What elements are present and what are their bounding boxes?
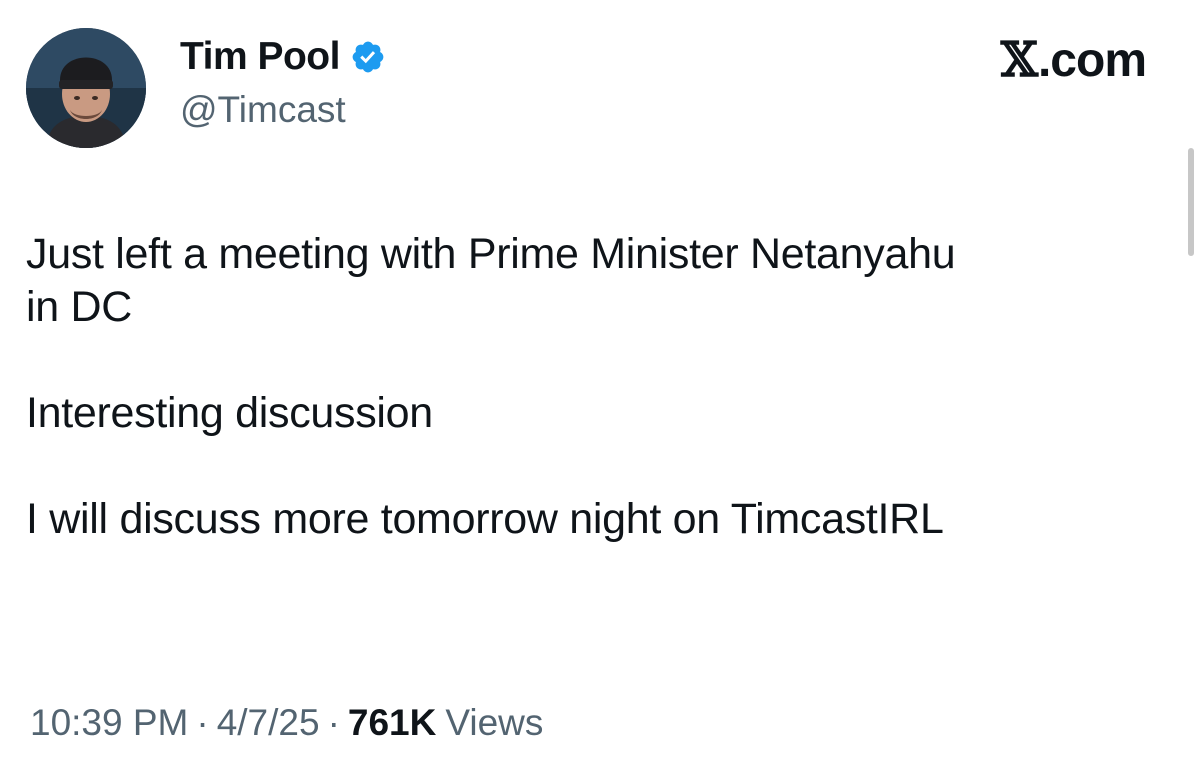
tweet-text: Just left a meeting with Prime Minister …: [26, 228, 1166, 546]
x-com-logo: 𝕏 .com: [1000, 32, 1147, 88]
tweet-text-line: Interesting discussion: [26, 389, 433, 437]
tweet-text-line: in DC: [26, 283, 133, 331]
meta-separator: ·: [196, 702, 209, 743]
tweet-card: Tim Pool @Timcast 𝕏 .com Just left a mee…: [0, 0, 1200, 771]
tweet-text-line: Just left a meeting with Prime Minister …: [26, 230, 956, 278]
brand-domain: .com: [1037, 33, 1147, 87]
tweet-meta: 10:39 PM · 4/7/25 · 761K Views: [30, 702, 543, 744]
author-name-row: Tim Pool: [180, 34, 386, 80]
meta-separator: ·: [327, 702, 340, 743]
tweet-text-line: I will discuss more tomorrow night on Ti…: [26, 495, 944, 543]
tweet-time[interactable]: 10:39 PM: [30, 702, 188, 744]
author-handle[interactable]: @Timcast: [180, 89, 346, 131]
views-label: Views: [445, 702, 544, 743]
verified-badge-icon: [350, 39, 386, 75]
scrollbar[interactable]: [1188, 148, 1194, 256]
x-logo-icon: 𝕏: [1000, 32, 1038, 88]
avatar-image: [26, 28, 146, 148]
avatar[interactable]: [26, 28, 146, 148]
author-display-name[interactable]: Tim Pool: [180, 35, 340, 79]
views-count[interactable]: 761K: [348, 702, 436, 744]
tweet-date[interactable]: 4/7/25: [217, 702, 320, 744]
